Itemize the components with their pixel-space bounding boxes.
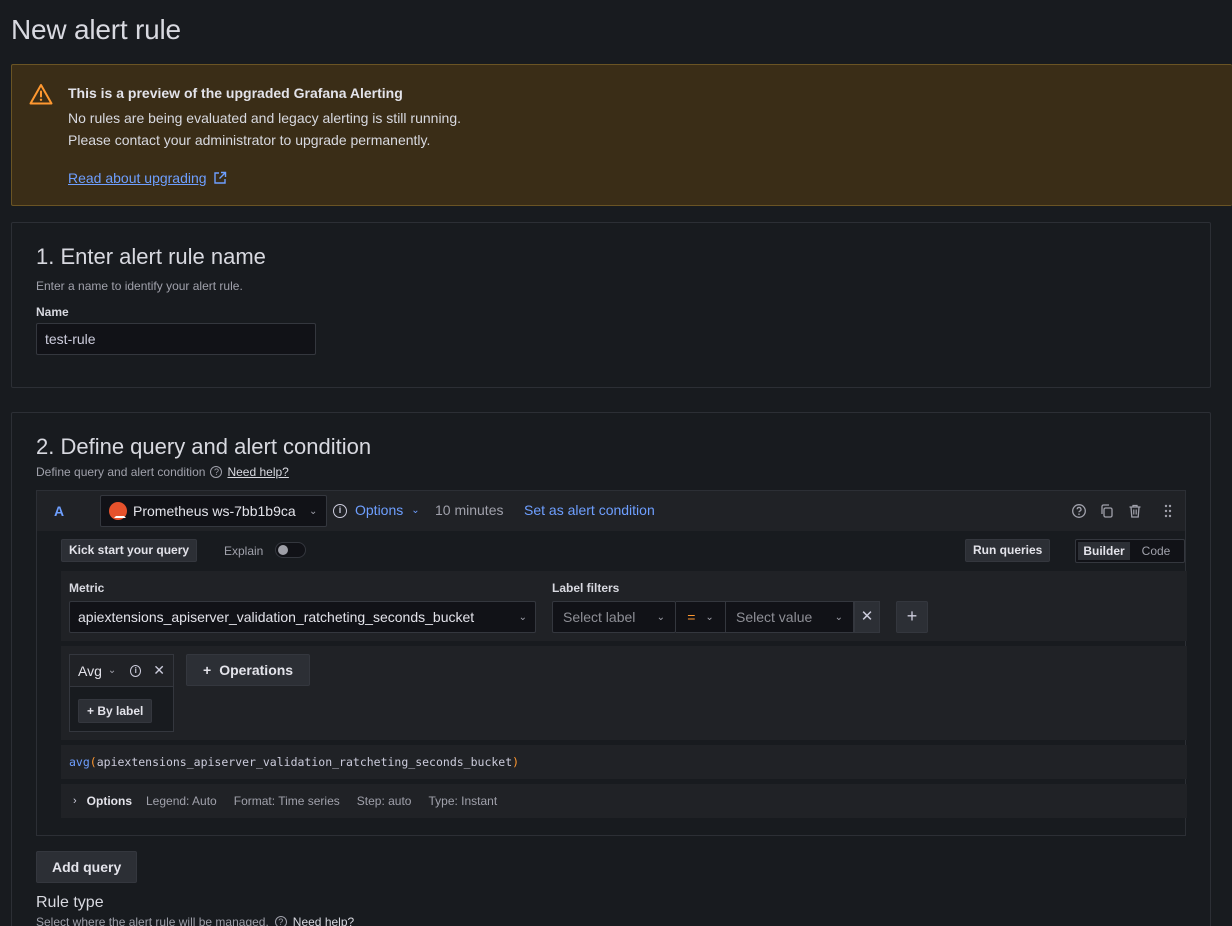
query-builder-toolbar: Kick start your query Explain Run querie…	[61, 539, 1187, 567]
label-filters-label: Label filters	[552, 581, 620, 595]
help-icon: ?	[274, 916, 287, 926]
warning-icon	[29, 84, 53, 105]
chevron-down-icon: ⌄	[834, 611, 843, 623]
step-option: Step: auto	[356, 794, 412, 808]
help-icon: ?	[210, 466, 223, 478]
banner-text-line-1: No rules are being evaluated and legacy …	[68, 110, 462, 126]
step2-title: 2. Define query and alert condition	[36, 434, 372, 459]
explain-label: Explain	[224, 544, 264, 558]
rule-type-help-link[interactable]: Need help?	[293, 915, 354, 926]
chevron-down-icon: ⌄	[705, 611, 714, 623]
legend-option: Legend: Auto	[146, 794, 217, 808]
add-operation-button[interactable]: + Operations	[186, 654, 311, 686]
query-paren-open: (	[89, 755, 97, 769]
step1-subtitle: Enter a name to identify your alert rule…	[36, 279, 243, 293]
chevron-down-icon: ⌄	[518, 611, 527, 623]
editor-mode-switch: Builder Code	[1075, 539, 1185, 563]
query-section: 2. Define query and alert condition Defi…	[11, 412, 1211, 926]
chevron-down-icon: ⌄	[656, 611, 665, 623]
query-preview: avg(apiextensions_apiserver_validation_r…	[61, 745, 1187, 779]
chevron-down-icon: ⌄	[411, 504, 420, 516]
duplicate-icon[interactable]	[1099, 503, 1115, 519]
add-filter-button[interactable]: +	[896, 601, 928, 633]
read-about-upgrading-label: Read about upgrading	[68, 170, 207, 186]
step2-subtitle: Define query and alert condition	[36, 465, 206, 479]
name-label: Name	[36, 305, 69, 319]
rule-type-title: Rule type	[36, 894, 104, 911]
operation-card-avg: Avg ⌄ i ✕ + By label	[69, 654, 174, 732]
close-icon: ✕	[860, 608, 874, 625]
plus-icon: +	[87, 704, 95, 718]
banner-text-line-2: Please contact your administrator to upg…	[68, 132, 431, 148]
plus-icon: +	[203, 662, 212, 678]
run-queries-button[interactable]: Run queries	[965, 539, 1051, 562]
options-title: Options	[86, 794, 132, 808]
operator-value: =	[687, 609, 696, 625]
query-options-label: Options	[355, 502, 404, 518]
by-label-button[interactable]: + By label	[78, 699, 153, 723]
mode-builder[interactable]: Builder	[1078, 542, 1130, 560]
drag-handle-icon[interactable]	[1160, 503, 1176, 519]
need-help-link[interactable]: Need help?	[227, 465, 288, 479]
label-placeholder: Select label	[563, 609, 636, 625]
query-interval: 10 minutes	[435, 502, 504, 518]
prometheus-icon	[109, 502, 127, 520]
add-query-button[interactable]: Add query	[36, 851, 138, 883]
name-input[interactable]	[36, 323, 316, 355]
operations-label: Operations	[219, 662, 294, 678]
label-filter-label-select[interactable]: Select label ⌄	[552, 601, 676, 633]
chevron-down-icon: ⌄	[309, 505, 318, 517]
close-icon[interactable]: ✕	[153, 662, 165, 679]
rule-type-subtitle-row: Select where the alert rule will be mana…	[36, 915, 354, 926]
banner-title: This is a preview of the upgraded Grafan…	[68, 85, 403, 101]
explain-toggle[interactable]	[275, 542, 306, 558]
trash-icon[interactable]	[1127, 503, 1143, 519]
label-filter-operator-select[interactable]: = ⌄	[676, 601, 726, 633]
query-options-toggle[interactable]: Options ⌄	[355, 502, 420, 518]
type-option: Type: Instant	[428, 794, 498, 808]
mode-code[interactable]: Code	[1130, 542, 1182, 560]
by-label-text: By label	[97, 704, 144, 718]
info-icon[interactable]: i	[333, 504, 347, 518]
rule-type-subtitle: Select where the alert rule will be mana…	[36, 915, 269, 926]
metric-label: Metric	[69, 581, 105, 595]
value-placeholder: Select value	[736, 609, 813, 625]
page-title: New alert rule	[11, 14, 181, 45]
remove-filter-button[interactable]: ✕	[854, 601, 880, 633]
query-argument: apiextensions_apiserver_validation_ratch…	[96, 755, 513, 769]
step1-title: 1. Enter alert rule name	[36, 244, 266, 269]
datasource-picker[interactable]: Prometheus ws-7bb1b9ca ⌄	[100, 495, 327, 527]
operation-select[interactable]: Avg	[78, 663, 102, 679]
info-icon[interactable]: i	[130, 664, 142, 677]
upgrade-warning-banner: This is a preview of the upgraded Grafan…	[11, 64, 1232, 206]
query-function: avg	[69, 755, 90, 769]
read-about-upgrading-link[interactable]: Read about upgrading	[68, 170, 227, 186]
set-alert-condition-button[interactable]: Set as alert condition	[524, 502, 655, 518]
query-editor-A: A Prometheus ws-7bb1b9ca ⌄ i Options ⌄ 1…	[36, 490, 1187, 836]
kick-start-query-button[interactable]: Kick start your query	[61, 539, 198, 562]
label-filter-value-select[interactable]: Select value ⌄	[726, 601, 854, 633]
page: New alert rule This is a preview of the …	[0, 0, 1232, 926]
metric-value: apiextensions_apiserver_validation_ratch…	[78, 609, 475, 625]
datasource-name: Prometheus ws-7bb1b9ca	[133, 503, 296, 519]
external-link-icon	[213, 171, 226, 184]
plus-icon: +	[906, 606, 918, 626]
format-option: Format: Time series	[233, 794, 340, 808]
query-header: A Prometheus ws-7bb1b9ca ⌄ i Options ⌄ 1…	[37, 491, 1185, 531]
metric-select[interactable]: apiextensions_apiserver_validation_ratch…	[69, 601, 536, 633]
metric-and-filters-panel: Metric Label filters apiextensions_apise…	[61, 571, 1187, 641]
chevron-down-icon[interactable]: ⌄	[108, 665, 116, 676]
query-paren-close: )	[512, 755, 520, 769]
operation-card-header: Avg ⌄ i ✕	[70, 655, 173, 687]
operations-panel: Avg ⌄ i ✕ + By label + Operations	[61, 646, 1187, 740]
step2-subtitle-row: Define query and alert condition ? Need …	[36, 465, 289, 479]
chevron-right-icon: ›	[73, 795, 77, 807]
alert-name-section: 1. Enter alert rule name Enter a name to…	[11, 222, 1211, 388]
query-ref-id[interactable]: A	[54, 503, 64, 519]
help-icon[interactable]	[1071, 503, 1087, 519]
query-options-row[interactable]: › Options Legend: Auto Format: Time seri…	[61, 784, 1187, 818]
